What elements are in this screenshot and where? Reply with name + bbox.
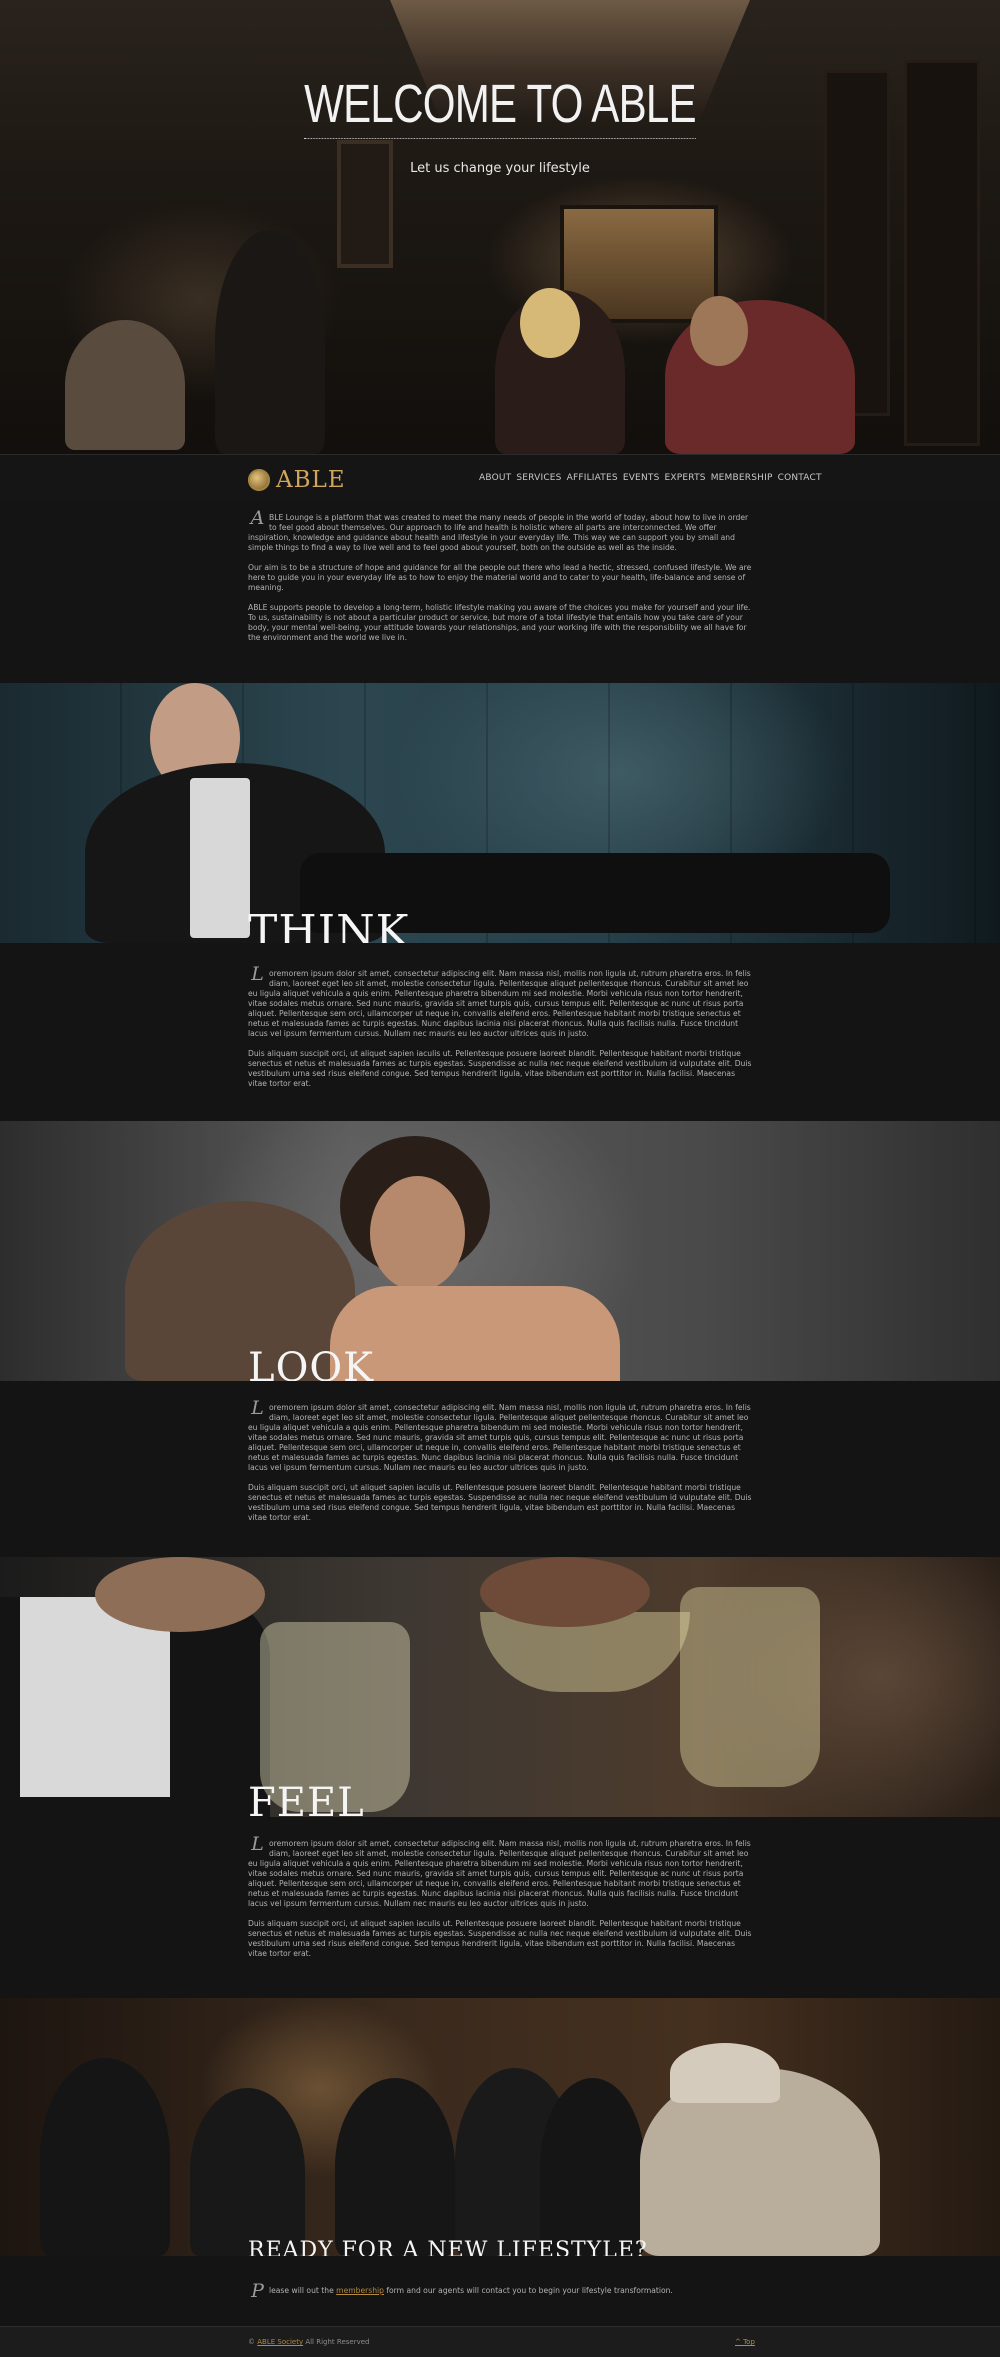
logo-text: ABLE (276, 467, 346, 493)
photo-figure (95, 1557, 265, 1632)
photo-figure (670, 2043, 780, 2103)
think-photo (0, 683, 1000, 943)
feel-photo (0, 1557, 1000, 1817)
think-paragraph: Loremorem ipsum dolor sit amet, consecte… (248, 963, 751, 1039)
ready-photo (0, 1998, 1000, 2256)
cta-copy: Please will out the membership form and … (248, 2282, 753, 2306)
think-copy: Loremorem ipsum dolor sit amet, consecte… (248, 963, 753, 1099)
ornate-initial-icon: L (251, 1833, 264, 1855)
photo-figure (40, 2058, 170, 2256)
main-nav: ABOUT SERVICES AFFILIATES EVENTS EXPERTS… (479, 473, 822, 483)
nav-item-membership[interactable]: MEMBERSHIP (711, 473, 773, 483)
photo-figure (190, 778, 250, 938)
wall-painting (337, 140, 393, 268)
feel-section: Loremorem ipsum dolor sit amet, consecte… (0, 1817, 1000, 1998)
about-section: A BLE Lounge is a platform that was creat… (0, 502, 1000, 683)
about-paragraph: Our aim is to be a structure of hope and… (248, 563, 752, 592)
site-logo[interactable]: ABLE (248, 467, 346, 493)
think-section: Loremorem ipsum dolor sit amet, consecte… (0, 943, 1000, 1121)
photo-figure (520, 288, 580, 358)
nav-item-services[interactable]: SERVICES (516, 473, 561, 483)
ornate-initial-icon: P (251, 2280, 264, 2302)
look-copy: Loremorem ipsum dolor sit amet, consecte… (248, 1397, 753, 1533)
nav-item-experts[interactable]: EXPERTS (665, 473, 706, 483)
hero-banner: WELCOME TO ABLE Let us change your lifes… (0, 0, 1000, 454)
photo-figure (335, 2078, 455, 2256)
nav-item-events[interactable]: EVENTS (623, 473, 660, 483)
ornate-initial-icon: L (251, 1397, 264, 1419)
photo-figure (480, 1557, 650, 1627)
photo-figure (190, 2088, 305, 2256)
feel-paragraph: Duis aliquam suscipit orci, ut aliquet s… (248, 1919, 752, 1958)
nav-item-contact[interactable]: CONTACT (778, 473, 822, 483)
gold-medallion-icon (248, 469, 270, 491)
copyright: © ABLE Society All Right Reserved (248, 2338, 370, 2346)
look-section: Loremorem ipsum dolor sit amet, consecte… (0, 1381, 1000, 1557)
nav-item-affiliates[interactable]: AFFILIATES (567, 473, 618, 483)
look-photo (0, 1121, 1000, 1381)
think-paragraph: Duis aliquam suscipit orci, ut aliquet s… (248, 1049, 752, 1088)
photo-figure (680, 1587, 820, 1787)
hero-subtitle: Let us change your lifestyle (410, 161, 590, 176)
wall-panel (904, 60, 980, 446)
nav-item-about[interactable]: ABOUT (479, 473, 511, 483)
photo-figure (540, 2078, 645, 2256)
about-paragraph: ABLE supports people to develop a long-t… (248, 603, 751, 642)
footer-brand-link[interactable]: ABLE Society (257, 2338, 303, 2346)
cta-paragraph: Please will out the membership form and … (248, 2282, 753, 2301)
photo-figure (65, 320, 185, 450)
ornate-initial-icon: L (251, 963, 264, 985)
site-footer: © ABLE Society All Right Reserved ^ Top (0, 2326, 1000, 2357)
ornate-initial-icon: A (250, 507, 265, 529)
hero-title: WELCOME TO ABLE (110, 73, 890, 139)
cta-section: Please will out the membership form and … (0, 2256, 1000, 2326)
feel-copy: Loremorem ipsum dolor sit amet, consecte… (248, 1833, 753, 1969)
membership-link[interactable]: membership (336, 2286, 384, 2295)
photo-figure (370, 1176, 465, 1291)
photo-figure (215, 230, 325, 454)
look-paragraph: Duis aliquam suscipit orci, ut aliquet s… (248, 1483, 752, 1522)
back-to-top-link[interactable]: ^ Top (735, 2338, 755, 2346)
about-copy: A BLE Lounge is a platform that was creat… (248, 507, 753, 653)
about-paragraph: A BLE Lounge is a platform that was creat… (248, 507, 749, 553)
look-paragraph: Loremorem ipsum dolor sit amet, consecte… (248, 1397, 751, 1473)
feel-paragraph: Loremorem ipsum dolor sit amet, consecte… (248, 1833, 751, 1909)
site-header: ABLE ABOUT SERVICES AFFILIATES EVENTS EX… (0, 454, 1000, 503)
photo-figure (690, 296, 748, 366)
